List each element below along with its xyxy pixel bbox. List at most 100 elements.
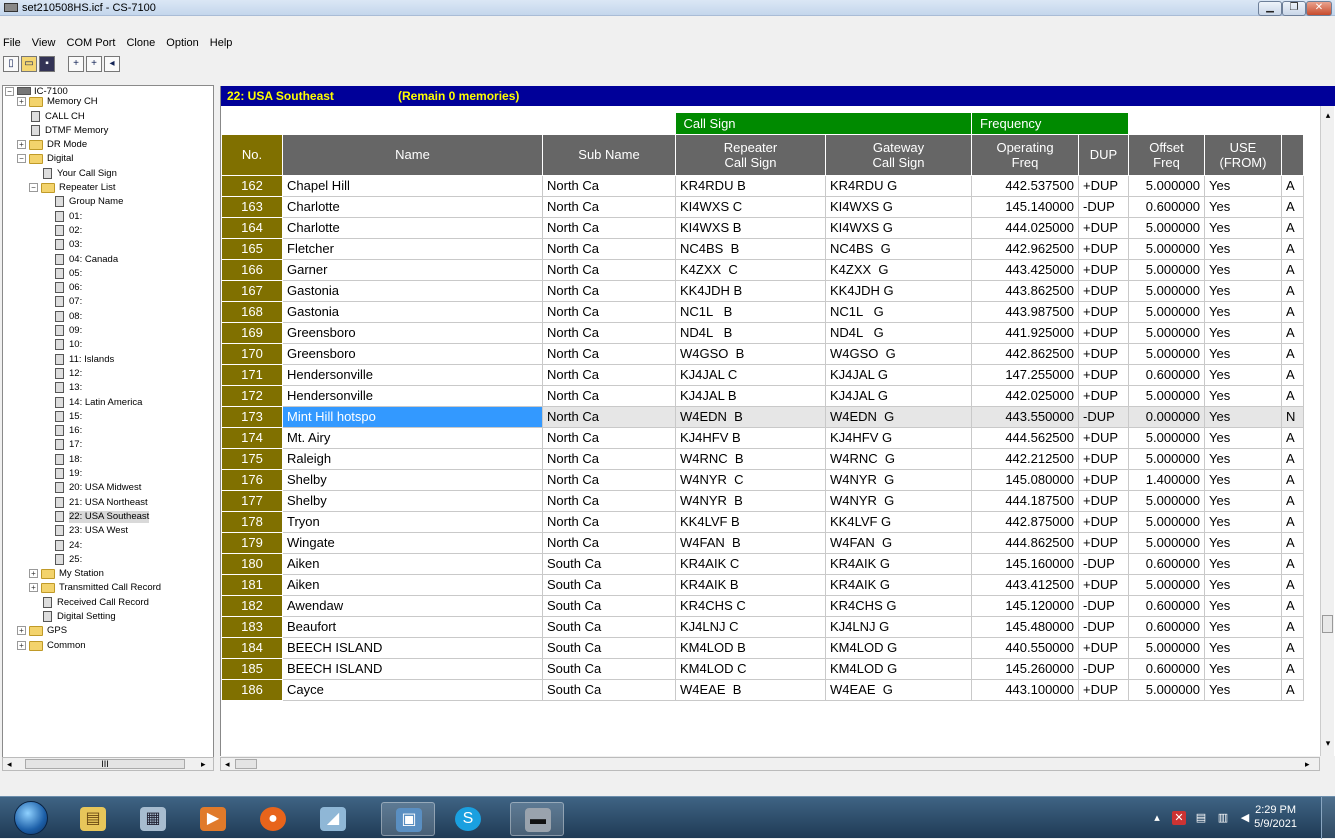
- cell-x[interactable]: A: [1281, 216, 1304, 239]
- cell-dup[interactable]: +DUP: [1078, 426, 1129, 449]
- taskbar-explorer[interactable]: ▤: [66, 802, 120, 836]
- cell-gw[interactable]: NC4BS G: [825, 237, 972, 260]
- menu-option[interactable]: Option: [162, 35, 202, 51]
- table-row[interactable]: 171 Hendersonville North Ca KJ4JAL C KJ4JAL …: [221, 363, 1304, 386]
- cell-off[interactable]: 5.000000: [1128, 300, 1205, 323]
- cell-rpt[interactable]: KM4LOD C: [675, 657, 826, 680]
- cell-name[interactable]: Hendersonville: [282, 384, 543, 407]
- cell-x[interactable]: A: [1281, 195, 1304, 218]
- scroll-left-icon[interactable]: ◂: [225, 758, 230, 770]
- cell-sub[interactable]: North Ca: [542, 279, 676, 302]
- table-row[interactable]: 185 BEECH ISLAND South Ca KM4LOD C KM4LOD G1…: [221, 657, 1304, 680]
- scroll-down-icon[interactable]: ▾: [1321, 738, 1335, 749]
- table-row[interactable]: 162 Chapel Hill North Ca KR4RDU B KR4RDU G 44…: [221, 174, 1304, 197]
- table-row[interactable]: 174 Mt. Airy North Ca KJ4HFV B KJ4HFV G 444.5…: [221, 426, 1304, 449]
- scroll-left-icon[interactable]: ◂: [7, 758, 12, 770]
- cell-use[interactable]: Yes: [1204, 489, 1282, 512]
- cell-freq[interactable]: 443.550000: [971, 405, 1079, 428]
- cell-dup[interactable]: +DUP: [1078, 678, 1129, 701]
- cell-rpt[interactable]: KM4LOD B: [675, 636, 826, 659]
- cell-sub[interactable]: North Ca: [542, 426, 676, 449]
- table-row[interactable]: 177 Shelby North Ca W4NYR B W4NYR G 444.18750…: [221, 489, 1304, 512]
- cell-rpt[interactable]: KI4WXS C: [675, 195, 826, 218]
- read-radio-icon[interactable]: +: [68, 56, 84, 72]
- col-offset-freq[interactable]: Offset Freq: [1128, 133, 1205, 176]
- cell-dup[interactable]: +DUP: [1078, 321, 1129, 344]
- cell-freq[interactable]: 442.962500: [971, 237, 1079, 260]
- cell-gw[interactable]: KR4AIK G: [825, 573, 972, 596]
- taskbar-notepad[interactable]: ◢: [306, 802, 360, 836]
- cell-off[interactable]: 0.600000: [1128, 657, 1205, 680]
- cell-use[interactable]: Yes: [1204, 279, 1282, 302]
- menu-file[interactable]: File: [0, 35, 25, 51]
- cell-no[interactable]: 167: [221, 279, 283, 302]
- cell-no[interactable]: 182: [221, 594, 283, 617]
- cell-dup[interactable]: +DUP: [1078, 363, 1129, 386]
- cell-no[interactable]: 179: [221, 531, 283, 554]
- taskbar-media-player[interactable]: ▶: [186, 802, 240, 836]
- new-icon[interactable]: ▯: [3, 56, 19, 72]
- cell-gw[interactable]: KI4WXS G: [825, 216, 972, 239]
- cell-use[interactable]: Yes: [1204, 195, 1282, 218]
- table-row[interactable]: 179 Wingate North Ca W4FAN B W4FAN G 444.8625…: [221, 531, 1304, 554]
- cell-rpt[interactable]: ND4L B: [675, 321, 826, 344]
- cell-dup[interactable]: -DUP: [1078, 594, 1129, 617]
- cell-no[interactable]: 176: [221, 468, 283, 491]
- cell-no[interactable]: 169: [221, 321, 283, 344]
- cell-use[interactable]: Yes: [1204, 237, 1282, 260]
- cell-x[interactable]: A: [1281, 531, 1304, 554]
- restore-button[interactable]: ❐: [1282, 1, 1306, 16]
- cell-sub[interactable]: North Ca: [542, 489, 676, 512]
- cell-sub[interactable]: North Ca: [542, 216, 676, 239]
- cell-x[interactable]: A: [1281, 174, 1304, 197]
- cell-off[interactable]: 5.000000: [1128, 531, 1205, 554]
- cell-name[interactable]: Aiken: [282, 552, 543, 575]
- cell-sub[interactable]: South Ca: [542, 573, 676, 596]
- cell-sub[interactable]: North Ca: [542, 300, 676, 323]
- radio-info-icon[interactable]: ◂: [104, 56, 120, 72]
- expand-icon[interactable]: +: [29, 569, 38, 579]
- cell-no[interactable]: 166: [221, 258, 283, 281]
- cell-gw[interactable]: W4NYR G: [825, 468, 972, 491]
- grid-scroll-thumb[interactable]: [1322, 615, 1333, 633]
- cell-x[interactable]: A: [1281, 657, 1304, 680]
- cell-use[interactable]: Yes: [1204, 363, 1282, 386]
- cell-gw[interactable]: W4NYR G: [825, 489, 972, 512]
- cell-rpt[interactable]: W4FAN B: [675, 531, 826, 554]
- cell-off[interactable]: 0.600000: [1128, 363, 1205, 386]
- cell-x[interactable]: A: [1281, 279, 1304, 302]
- menu-com-port[interactable]: COM Port: [63, 35, 120, 51]
- cell-sub[interactable]: North Ca: [542, 258, 676, 281]
- cell-sub[interactable]: North Ca: [542, 405, 676, 428]
- taskbar-calculator[interactable]: ▦: [126, 802, 180, 836]
- table-row[interactable]: 182 Awendaw South Ca KR4CHS C KR4CHS G 145.12…: [221, 594, 1304, 617]
- cell-use[interactable]: Yes: [1204, 321, 1282, 344]
- cell-name[interactable]: Greensboro: [282, 342, 543, 365]
- cell-freq[interactable]: 443.862500: [971, 279, 1079, 302]
- expand-icon[interactable]: +: [29, 583, 38, 593]
- table-row[interactable]: 166 Garner North Ca K4ZXX C K4ZXX G 443.42500…: [221, 258, 1304, 281]
- cell-use[interactable]: Yes: [1204, 636, 1282, 659]
- cell-rpt[interactable]: W4NYR C: [675, 468, 826, 491]
- cell-no[interactable]: 172: [221, 384, 283, 407]
- cell-freq[interactable]: 145.260000: [971, 657, 1079, 680]
- table-row[interactable]: 173 Mint Hill hotspo North Ca W4EDN B W4EDN …: [221, 405, 1304, 428]
- col-name[interactable]: Name: [282, 133, 543, 176]
- collapse-icon[interactable]: −: [5, 87, 14, 96]
- cell-name[interactable]: Beaufort: [282, 615, 543, 638]
- table-row[interactable]: 178 Tryon North Ca KK4LVF B KK4LVF G 442.8750…: [221, 510, 1304, 533]
- cell-name[interactable]: Shelby: [282, 489, 543, 512]
- cell-rpt[interactable]: W4RNC B: [675, 447, 826, 470]
- network-flag-icon[interactable]: ✕: [1172, 811, 1186, 825]
- grid-horizontal-scrollbar[interactable]: ◂ ▸: [220, 757, 1320, 771]
- cell-sub[interactable]: North Ca: [542, 195, 676, 218]
- cell-freq[interactable]: 442.212500: [971, 447, 1079, 470]
- cell-freq[interactable]: 145.160000: [971, 552, 1079, 575]
- table-row[interactable]: 172 Hendersonville North Ca KJ4JAL B KJ4JAL …: [221, 384, 1304, 407]
- col-no[interactable]: No.: [221, 133, 283, 176]
- cell-use[interactable]: Yes: [1204, 258, 1282, 281]
- cell-freq[interactable]: 145.140000: [971, 195, 1079, 218]
- cell-freq[interactable]: 443.100000: [971, 678, 1079, 701]
- cell-off[interactable]: 5.000000: [1128, 447, 1205, 470]
- cell-x[interactable]: A: [1281, 426, 1304, 449]
